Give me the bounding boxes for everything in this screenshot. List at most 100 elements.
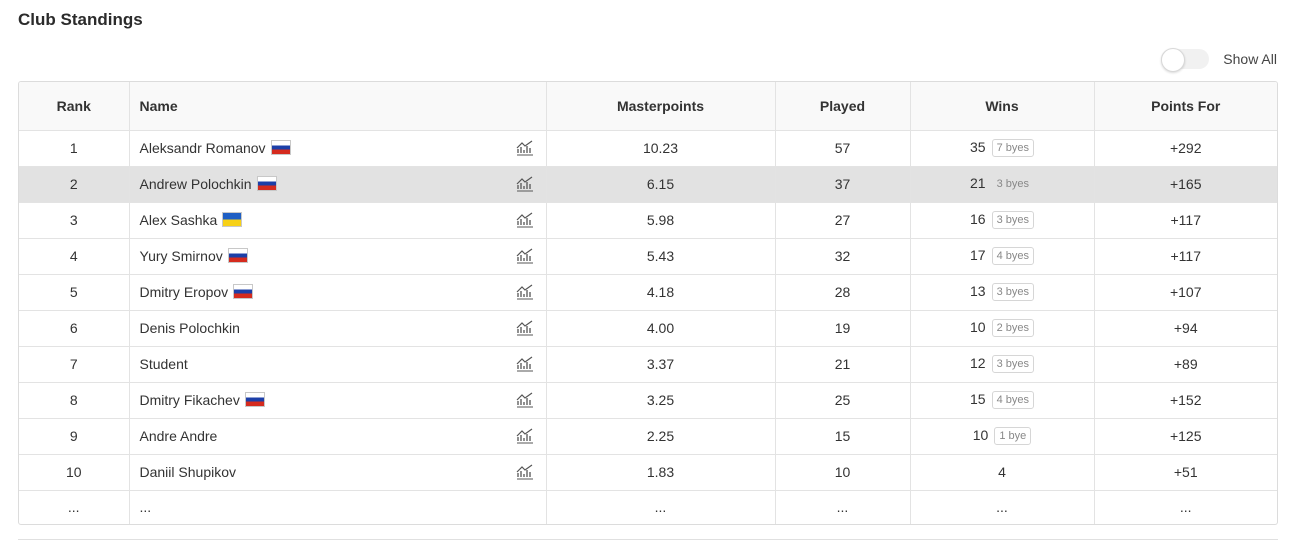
- wins-cell: 15 4 byes: [910, 382, 1095, 418]
- masterpoints-cell: 4.18: [546, 274, 776, 310]
- header-name[interactable]: Name: [129, 82, 547, 130]
- stats-chart-icon[interactable]: [516, 140, 534, 156]
- stats-chart-icon[interactable]: [516, 392, 534, 408]
- wins-value: 10: [972, 427, 989, 443]
- rank-cell: 4: [19, 238, 130, 274]
- stats-chart-icon[interactable]: [516, 176, 534, 192]
- ellipsis-played: ...: [775, 490, 911, 524]
- player-name[interactable]: Yury Smirnov: [140, 248, 223, 264]
- player-name[interactable]: Student: [140, 356, 188, 372]
- header-rank[interactable]: Rank: [19, 82, 130, 130]
- table-row[interactable]: 3 Alex Sashka 5.98 27 16 3 byes +117: [19, 202, 1277, 238]
- masterpoints-cell: 5.43: [546, 238, 776, 274]
- wins-cell: 17 4 byes: [910, 238, 1095, 274]
- points-for-cell: +152: [1169, 392, 1202, 408]
- name-cell: Aleksandr Romanov: [129, 130, 547, 166]
- ellipsis-row: ..................: [19, 490, 1277, 524]
- wins-value: 4: [998, 464, 1006, 480]
- masterpoints-cell: 10.23: [546, 130, 776, 166]
- name-cell: Daniil Shupikov: [129, 454, 547, 490]
- russia-flag-icon: [270, 140, 291, 155]
- player-name[interactable]: Dmitry Eropov: [140, 284, 229, 300]
- played-cell: 27: [775, 202, 911, 238]
- rank-cell: 1: [19, 130, 130, 166]
- russia-flag-icon: [244, 392, 265, 407]
- played-cell: 25: [775, 382, 911, 418]
- played-cell: 32: [775, 238, 911, 274]
- name-cell: Alex Sashka: [129, 202, 547, 238]
- points-for-cell: +165: [1169, 176, 1202, 192]
- ellipsis-name: ...: [129, 490, 547, 524]
- masterpoints-cell: 6.15: [546, 166, 776, 202]
- byes-badge: 3 byes: [996, 178, 1029, 190]
- wins-value: 17: [970, 247, 986, 263]
- wins-cell: 16 3 byes: [910, 202, 1095, 238]
- played-cell: 19: [775, 310, 911, 346]
- byes-badge: 3 byes: [991, 355, 1034, 373]
- stats-chart-icon[interactable]: [516, 248, 534, 264]
- masterpoints-cell: 1.83: [546, 454, 776, 490]
- player-name[interactable]: Alex Sashka: [140, 212, 218, 228]
- ellipsis-wins: ...: [910, 490, 1095, 524]
- player-name[interactable]: Daniil Shupikov: [140, 464, 237, 480]
- rank-cell: 2: [19, 166, 130, 202]
- header-played[interactable]: Played: [775, 82, 911, 130]
- masterpoints-cell: 5.98: [546, 202, 776, 238]
- wins-value: 13: [970, 283, 986, 299]
- rank-cell: 8: [19, 382, 130, 418]
- table-row[interactable]: 6 Denis Polochkin 4.00 19 10 2 byes +94: [19, 310, 1277, 346]
- table-row[interactable]: 8 Dmitry Fikachev 3.25 25 15 4 byes +152: [19, 382, 1277, 418]
- divider: [18, 539, 1278, 540]
- name-cell: Dmitry Eropov: [129, 274, 547, 310]
- player-name[interactable]: Andre Andre: [140, 428, 218, 444]
- points-for-cell: +125: [1169, 428, 1202, 444]
- table-row[interactable]: 10 Daniil Shupikov 1.83 10 4 +51: [19, 454, 1277, 490]
- wins-value: 35: [970, 139, 986, 155]
- wins-cell: 13 3 byes: [910, 274, 1095, 310]
- rank-cell: 10: [19, 454, 130, 490]
- show-all-label: Show All: [1223, 51, 1277, 67]
- played-cell: 57: [775, 130, 911, 166]
- stats-chart-icon[interactable]: [516, 428, 534, 444]
- wins-value: 10: [970, 319, 986, 335]
- wins-cell: 35 7 byes: [910, 130, 1095, 166]
- table-row[interactable]: 4 Yury Smirnov 5.43 32 17 4 byes +117: [19, 238, 1277, 274]
- table-row[interactable]: 2 Andrew Polochkin 6.15 37 21 3 byes +165: [19, 166, 1277, 202]
- header-masterpoints[interactable]: Masterpoints: [546, 82, 776, 130]
- byes-badge: 4 byes: [991, 391, 1034, 409]
- stats-chart-icon[interactable]: [516, 320, 534, 336]
- byes-badge: 2 byes: [991, 319, 1034, 337]
- table-row[interactable]: 9 Andre Andre 2.25 15 10 1 bye +125: [19, 418, 1277, 454]
- player-name[interactable]: Andrew Polochkin: [140, 176, 252, 192]
- points-for-cell: +292: [1169, 140, 1202, 156]
- wins-cell: 12 3 byes: [910, 346, 1095, 382]
- header-points-for[interactable]: Points For: [1094, 82, 1277, 130]
- player-name[interactable]: Aleksandr Romanov: [140, 140, 266, 156]
- table-row[interactable]: 7 Student 3.37 21 12 3 byes +89: [19, 346, 1277, 382]
- table-row[interactable]: 5 Dmitry Eropov 4.18 28 13 3 byes +107: [19, 274, 1277, 310]
- show-all-toggle[interactable]: [1161, 48, 1210, 72]
- byes-badge: 1 bye: [994, 427, 1032, 445]
- points-for-cell: +117: [1170, 212, 1202, 228]
- masterpoints-cell: 4.00: [546, 310, 776, 346]
- show-all-toggle-group: Show All: [1161, 48, 1277, 72]
- name-cell: Student: [129, 346, 547, 382]
- wins-cell: 4: [910, 454, 1095, 490]
- player-name[interactable]: Denis Polochkin: [140, 320, 240, 336]
- points-for-cell: +107: [1169, 284, 1202, 300]
- russia-flag-icon: [227, 248, 248, 263]
- standings-table: Rank Name Masterpoints Played Wins Point…: [18, 81, 1278, 525]
- stats-chart-icon[interactable]: [516, 212, 534, 228]
- header-wins[interactable]: Wins: [910, 82, 1095, 130]
- byes-badge: 3 byes: [991, 283, 1034, 301]
- played-cell: 21: [775, 346, 911, 382]
- stats-chart-icon[interactable]: [516, 464, 534, 480]
- table-row[interactable]: 1 Aleksandr Romanov 10.23 57 35 7 byes +292: [19, 130, 1277, 166]
- russia-flag-icon: [256, 176, 277, 191]
- stats-chart-icon[interactable]: [516, 284, 534, 300]
- name-cell: Yury Smirnov: [129, 238, 547, 274]
- player-name[interactable]: Dmitry Fikachev: [140, 392, 240, 408]
- played-cell: 15: [775, 418, 911, 454]
- stats-chart-icon[interactable]: [516, 356, 534, 372]
- played-cell: 37: [775, 166, 911, 202]
